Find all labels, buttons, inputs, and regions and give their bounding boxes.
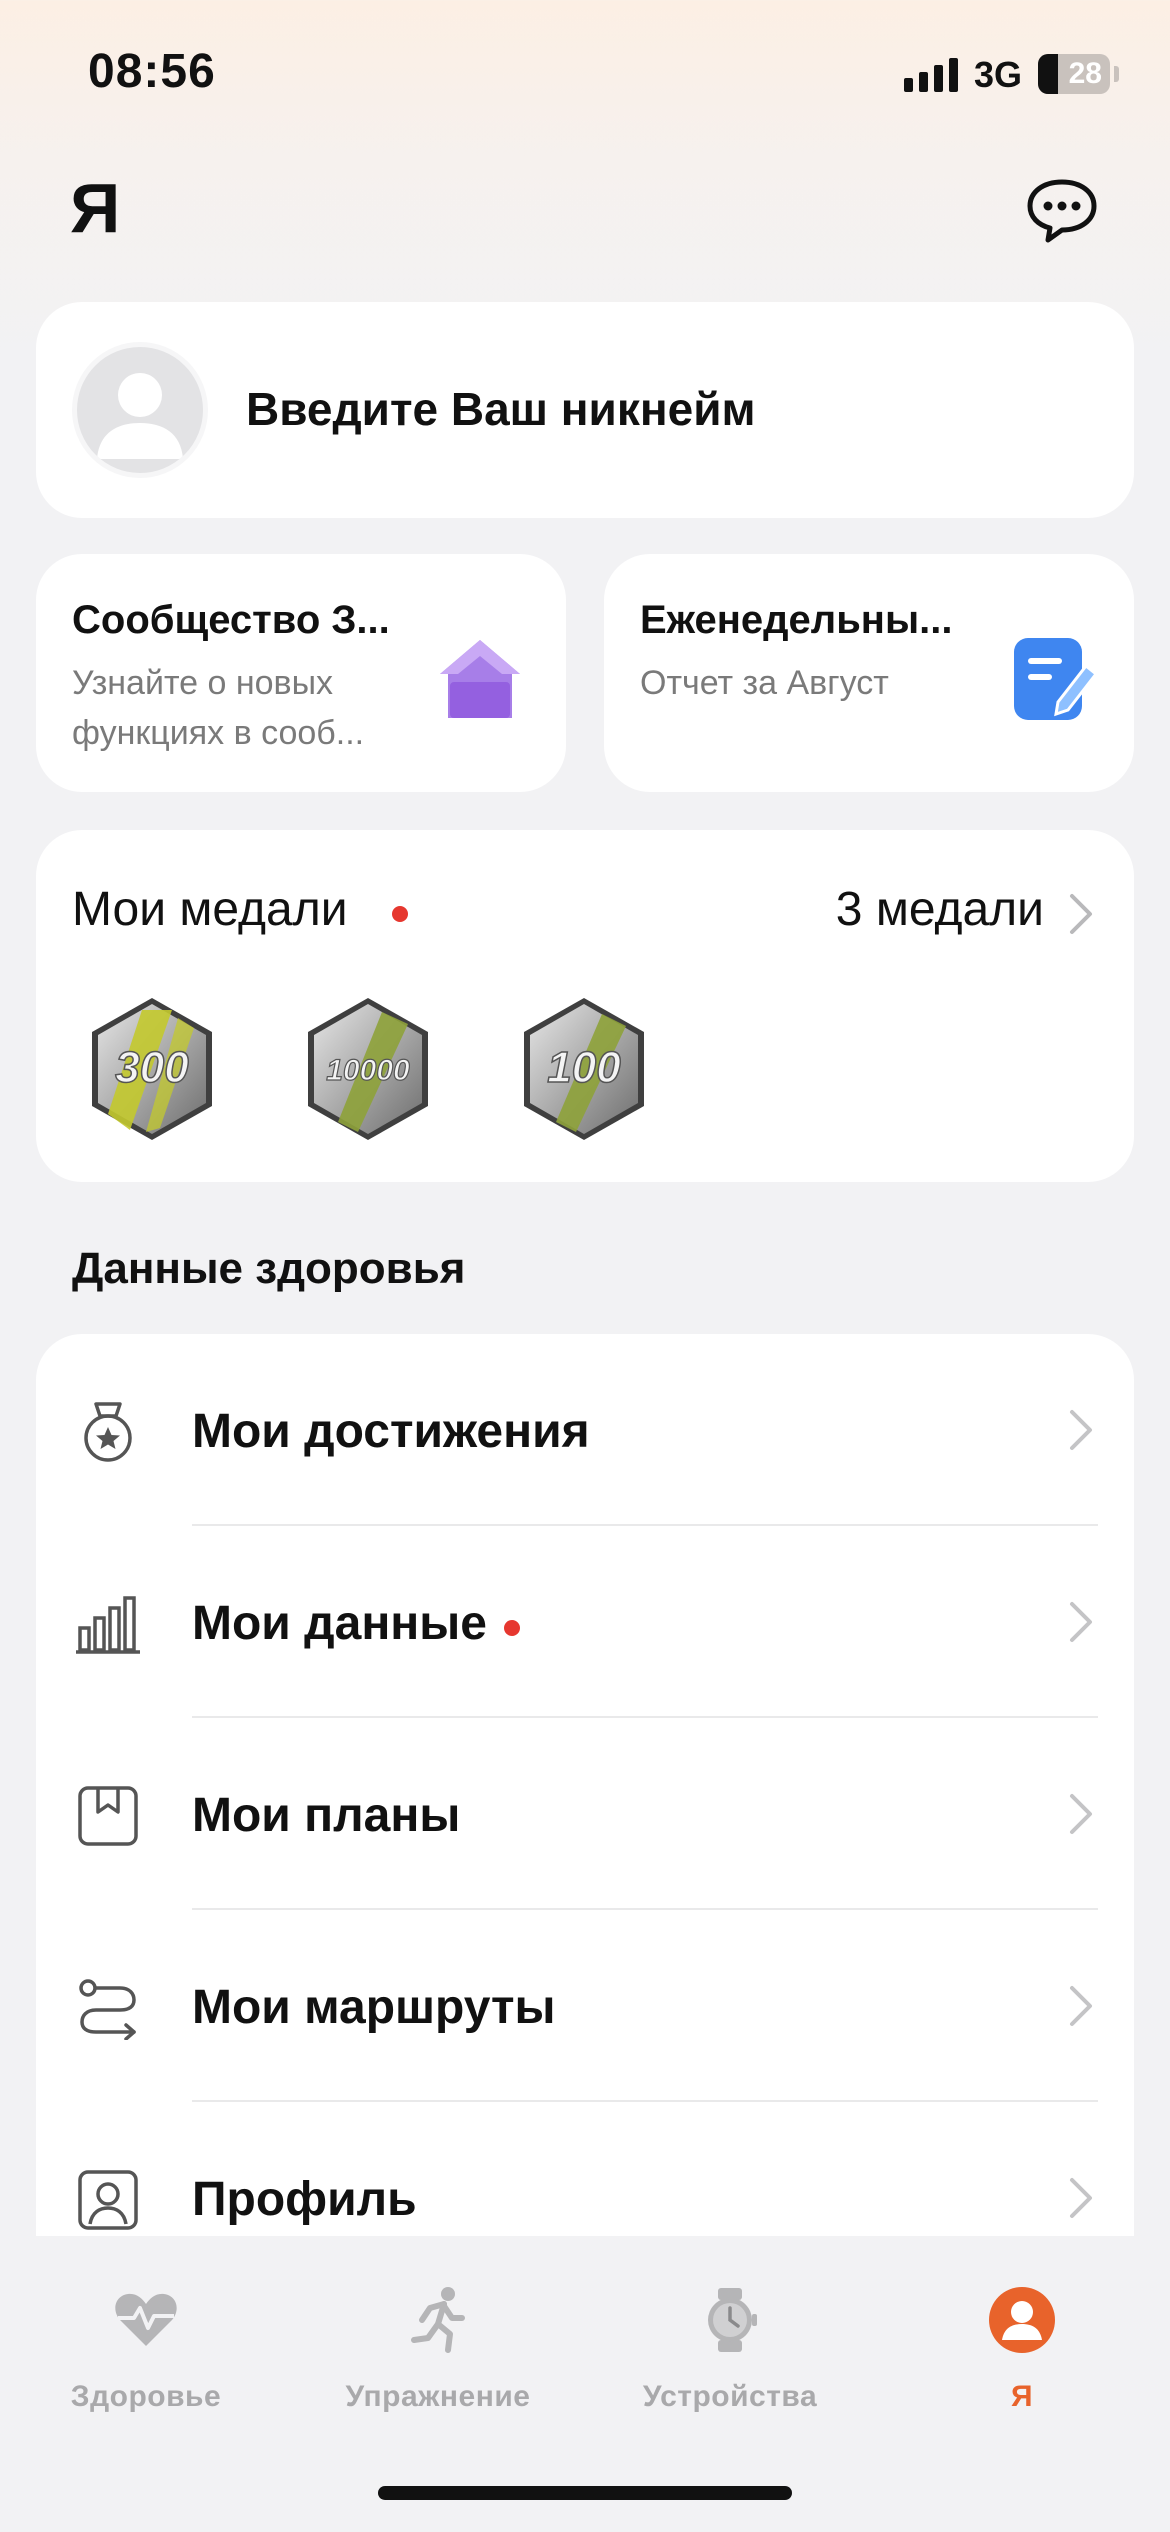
community-subtitle: Узнайте о новых функциях в сооб... bbox=[72, 664, 365, 752]
nickname-field[interactable]: Введите Ваш никнейм bbox=[246, 382, 756, 436]
list-item-routes[interactable]: Мои маршруты bbox=[36, 1910, 1134, 2102]
list-item-my-data[interactable]: Мои данные bbox=[36, 1526, 1134, 1718]
user-circle-icon bbox=[989, 2287, 1055, 2353]
medal-badge[interactable]: 100 bbox=[514, 994, 654, 1144]
heart-pulse-icon bbox=[115, 2293, 177, 2346]
list-item-plans[interactable]: Мои планы bbox=[36, 1718, 1134, 1910]
community-title: Сообщество З... bbox=[72, 598, 390, 642]
battery-icon: 28 bbox=[1038, 54, 1110, 94]
home-indicator[interactable] bbox=[378, 2486, 792, 2500]
status-time: 08:56 bbox=[88, 45, 216, 98]
medal-label: 100 bbox=[547, 1043, 621, 1092]
weekly-report-subtitle: Отчет за Август bbox=[640, 664, 889, 702]
cellular-signal-icon bbox=[904, 56, 960, 92]
medal-badge[interactable]: 300 bbox=[82, 994, 222, 1144]
chevron-right-icon bbox=[1070, 1986, 1092, 2026]
running-icon bbox=[411, 2287, 465, 2353]
medals-badge-dot bbox=[392, 906, 408, 922]
plan-bookmark-icon bbox=[78, 1786, 138, 1846]
profile-card-icon bbox=[78, 2170, 138, 2230]
medals-title: Мои медали bbox=[72, 883, 348, 936]
medal-badge[interactable]: 10000 bbox=[298, 994, 438, 1144]
my-data-badge-dot bbox=[504, 1620, 520, 1636]
list-item-label: Профиль bbox=[192, 2173, 417, 2226]
medals-card[interactable]: Мои медали 3 медали 300 10000 100 bbox=[36, 830, 1134, 1182]
tab-exercise[interactable]: Упражнение bbox=[292, 2286, 584, 2456]
tab-label: Я bbox=[1010, 2380, 1034, 2413]
medal-star-icon bbox=[84, 1402, 132, 1462]
chevron-right-icon bbox=[1070, 1410, 1092, 1450]
network-type: 3G bbox=[974, 54, 1023, 95]
note-edit-icon bbox=[1014, 638, 1099, 720]
page-title: Я bbox=[70, 169, 121, 247]
battery-tip bbox=[1114, 66, 1119, 82]
chevron-right-icon bbox=[1070, 1602, 1092, 1642]
chevron-right-icon[interactable] bbox=[1066, 892, 1096, 936]
profile-card[interactable]: Введите Ваш никнейм bbox=[36, 302, 1134, 518]
tab-label: Упражнение bbox=[345, 2380, 531, 2413]
list-item-label: Мои достижения bbox=[192, 1405, 590, 1458]
tab-health[interactable]: Здоровье bbox=[0, 2286, 292, 2456]
chat-bubble-icon bbox=[1027, 179, 1097, 243]
list-item-label: Мои планы bbox=[192, 1789, 461, 1842]
tab-me[interactable]: Я bbox=[876, 2286, 1168, 2456]
tab-label: Устройства bbox=[642, 2380, 818, 2413]
weekly-report-title: Еженедельны... bbox=[640, 598, 953, 642]
weekly-report-card[interactable]: Еженедельны... Отчет за Август bbox=[604, 554, 1134, 792]
tab-devices[interactable]: Устройства bbox=[584, 2286, 876, 2456]
list-item-label: Мои маршруты bbox=[192, 1981, 556, 2034]
community-card[interactable]: Сообщество З... Узнайте о новых функциях… bbox=[36, 554, 566, 792]
chat-button[interactable] bbox=[1024, 172, 1100, 248]
battery-level: 28 bbox=[1068, 57, 1102, 90]
health-section-title: Данные здоровья bbox=[72, 1244, 466, 1293]
list-item-achievements[interactable]: Мои достижения bbox=[36, 1334, 1134, 1526]
chevron-right-icon bbox=[1070, 1794, 1092, 1834]
house-icon bbox=[440, 640, 520, 718]
status-bar: 08:56 3G 28 bbox=[0, 0, 1170, 150]
medals-count[interactable]: 3 медали bbox=[836, 882, 1044, 937]
list-item-label: Мои данные bbox=[192, 1597, 487, 1650]
medal-label: 10000 bbox=[326, 1054, 410, 1087]
route-icon bbox=[79, 1979, 136, 2040]
medal-label: 300 bbox=[115, 1043, 189, 1092]
tab-label: Здоровье bbox=[70, 2380, 222, 2413]
avatar-placeholder-icon[interactable] bbox=[72, 342, 208, 478]
watch-icon bbox=[708, 2288, 757, 2352]
bar-chart-icon bbox=[76, 1596, 140, 1654]
chevron-right-icon bbox=[1070, 2178, 1092, 2218]
